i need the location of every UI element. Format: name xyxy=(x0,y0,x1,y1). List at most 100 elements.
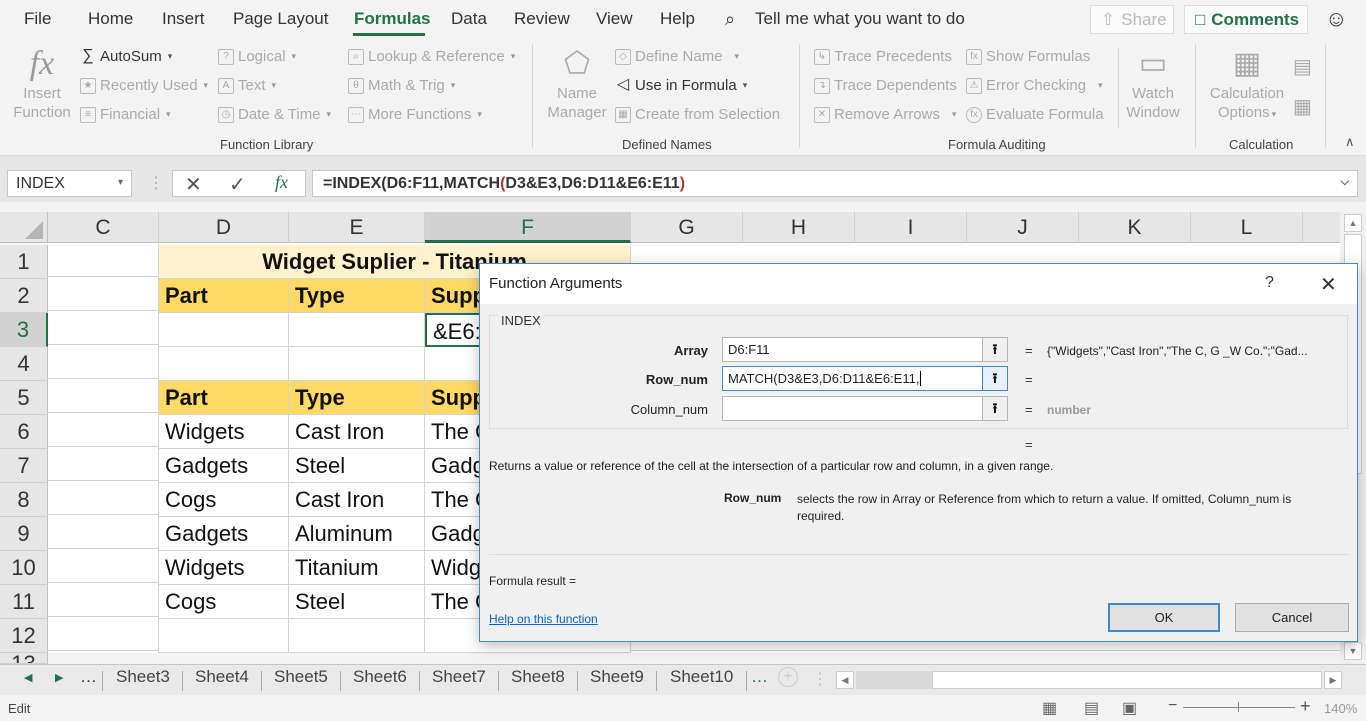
cell-d12[interactable] xyxy=(159,619,289,653)
column-num-input[interactable] xyxy=(722,396,983,421)
scroll-left-icon[interactable]: ◀ xyxy=(836,671,854,689)
close-icon[interactable]: ✕ xyxy=(1320,272,1337,297)
sheet-tab-8[interactable]: Sheet8 xyxy=(511,667,565,687)
next-sheet-icon[interactable]: ▶ xyxy=(55,671,63,684)
chevron-down-icon[interactable]: ▾ xyxy=(118,177,123,188)
row-header-5[interactable]: 5 xyxy=(0,381,48,415)
cell-d3[interactable] xyxy=(159,313,289,347)
select-all-button[interactable] xyxy=(0,212,48,243)
define-name-button[interactable]: ◇ Define Name ▾ xyxy=(615,48,739,65)
split-handle-icon[interactable]: ⋮ xyxy=(812,669,828,689)
table-cell[interactable]: Cogs xyxy=(159,585,289,619)
row-header-3[interactable]: 3 xyxy=(0,313,48,347)
scroll-down-icon[interactable]: ▼ xyxy=(1344,642,1362,660)
zoom-out-icon[interactable]: − xyxy=(1168,697,1177,715)
scroll-right-icon[interactable]: ▶ xyxy=(1324,671,1342,689)
new-sheet-icon[interactable]: + xyxy=(778,667,798,687)
row-header-10[interactable]: 10 xyxy=(0,551,48,585)
normal-view-icon[interactable]: ▦ xyxy=(1042,698,1057,718)
row-header-1[interactable]: 1 xyxy=(0,245,48,279)
sheet-tab-4[interactable]: Sheet4 xyxy=(195,667,249,687)
calculation-options-button[interactable]: ▦ Calculation Options ▾ xyxy=(1205,44,1289,124)
zoom-slider[interactable] xyxy=(1183,707,1295,708)
calculate-now-icon[interactable]: ▤ xyxy=(1293,54,1312,79)
column-header-k[interactable]: K xyxy=(1079,212,1191,243)
collapse-ribbon-icon[interactable]: ∧ xyxy=(1345,134,1355,150)
row-header-7[interactable]: 7 xyxy=(0,449,48,483)
table-cell[interactable]: Widgets xyxy=(159,415,289,449)
trace-dependents-button[interactable]: ↴ Trace Dependents xyxy=(814,77,957,94)
create-from-selection-button[interactable]: ▦ Create from Selection xyxy=(615,106,780,123)
tab-file[interactable]: File xyxy=(24,9,51,29)
page-break-view-icon[interactable]: ▣ xyxy=(1122,698,1137,718)
horizontal-scroll-thumb[interactable] xyxy=(932,671,1322,689)
math-trig-button[interactable]: θ Math & Trig ▾ xyxy=(348,77,455,94)
comments-button[interactable]: □ Comments xyxy=(1184,5,1308,34)
row-header-13[interactable]: 13 xyxy=(0,653,48,664)
insert-function-icon[interactable]: fx xyxy=(275,172,288,193)
drag-handle-icon[interactable]: ⋮ xyxy=(148,173,164,193)
show-formulas-button[interactable]: fx Show Formulas xyxy=(966,48,1090,65)
share-button[interactable]: ⇧ Share xyxy=(1090,5,1174,34)
tab-view[interactable]: View xyxy=(596,9,633,29)
logical-button[interactable]: ? Logical ▾ xyxy=(218,48,296,65)
row-num-input[interactable]: MATCH(D3&E3,D6:D11&E6:E11, xyxy=(722,366,983,391)
table-cell[interactable]: Aluminum xyxy=(289,517,425,551)
column-header-g[interactable]: G xyxy=(631,212,743,243)
header-type-2[interactable]: Type xyxy=(289,381,425,415)
sheet-tab-7[interactable]: Sheet7 xyxy=(432,667,486,687)
collapse-dialog-array-button[interactable]: ⭱ xyxy=(982,337,1008,362)
column-header-j[interactable]: J xyxy=(967,212,1079,243)
name-box[interactable]: INDEX ▾ xyxy=(7,170,132,197)
collapse-dialog-row-num-button[interactable]: ⭱ xyxy=(982,366,1008,391)
enter-check-icon[interactable]: ✓ xyxy=(229,172,246,197)
column-header-c[interactable]: C xyxy=(48,212,159,243)
row-header-9[interactable]: 9 xyxy=(0,517,48,551)
table-cell[interactable]: Titanium xyxy=(289,551,425,585)
column-header-e[interactable]: E xyxy=(289,212,425,243)
prev-sheet-icon[interactable]: ◀ xyxy=(24,671,32,684)
column-header-l[interactable]: L xyxy=(1191,212,1303,243)
table-cell[interactable]: Gadgets xyxy=(159,517,289,551)
column-header-f[interactable]: F xyxy=(425,212,631,243)
tab-formulas[interactable]: Formulas xyxy=(354,9,431,29)
ok-button[interactable]: OK xyxy=(1108,603,1220,632)
remove-arrows-button[interactable]: ✕ Remove Arrows ▾ xyxy=(814,106,956,123)
header-part[interactable]: Part xyxy=(159,279,289,313)
date-time-button[interactable]: ◷ Date & Time ▾ xyxy=(218,106,331,123)
text-button[interactable]: A Text ▾ xyxy=(218,77,276,94)
column-header-h[interactable]: H xyxy=(743,212,855,243)
array-input[interactable]: D6:F11 xyxy=(722,337,983,362)
lookup-reference-button[interactable]: ⌕ Lookup & Reference ▾ xyxy=(348,48,515,65)
cell-e12[interactable] xyxy=(289,619,425,653)
more-sheets-left[interactable]: … xyxy=(80,667,97,687)
more-sheets-right[interactable]: … xyxy=(751,667,768,687)
smiley-feedback-icon[interactable]: ☺ xyxy=(1325,6,1347,32)
name-manager-button[interactable]: ⬠ Name Manager xyxy=(544,44,610,122)
cancel-icon[interactable]: ✕ xyxy=(185,172,202,197)
trace-precedents-button[interactable]: ↳ Trace Precedents xyxy=(814,48,952,65)
row-header-11[interactable]: 11 xyxy=(0,585,48,619)
dialog-title-bar[interactable]: Function Arguments ? ✕ xyxy=(480,264,1357,304)
column-header-i[interactable]: I xyxy=(855,212,967,243)
row-header-8[interactable]: 8 xyxy=(0,483,48,517)
cancel-button[interactable]: Cancel xyxy=(1235,603,1349,632)
header-part-2[interactable]: Part xyxy=(159,381,289,415)
sheet-tab-3[interactable]: Sheet3 xyxy=(116,667,170,687)
table-cell[interactable]: Steel xyxy=(289,449,425,483)
row-header-2[interactable]: 2 xyxy=(0,279,48,313)
insert-function-button[interactable]: fx Insert Function xyxy=(10,44,74,122)
zoom-level[interactable]: 140% xyxy=(1324,701,1357,716)
cell-e3[interactable] xyxy=(289,313,425,347)
zoom-slider-thumb[interactable] xyxy=(1238,702,1239,712)
tab-help[interactable]: Help xyxy=(660,9,695,29)
more-functions-button[interactable]: ⋯ More Functions ▾ xyxy=(348,106,482,123)
table-cell[interactable]: Cast Iron xyxy=(289,415,425,449)
tab-data[interactable]: Data xyxy=(451,9,487,29)
expand-formula-bar-icon[interactable]: ⌵ xyxy=(1341,176,1349,189)
horizontal-scroll-track[interactable] xyxy=(856,671,932,689)
evaluate-formula-button[interactable]: fx Evaluate Formula xyxy=(966,106,1104,123)
watch-window-button[interactable]: ▭ Watch Window xyxy=(1122,44,1184,122)
tab-review[interactable]: Review xyxy=(514,9,570,29)
zoom-in-icon[interactable]: + xyxy=(1300,696,1311,717)
